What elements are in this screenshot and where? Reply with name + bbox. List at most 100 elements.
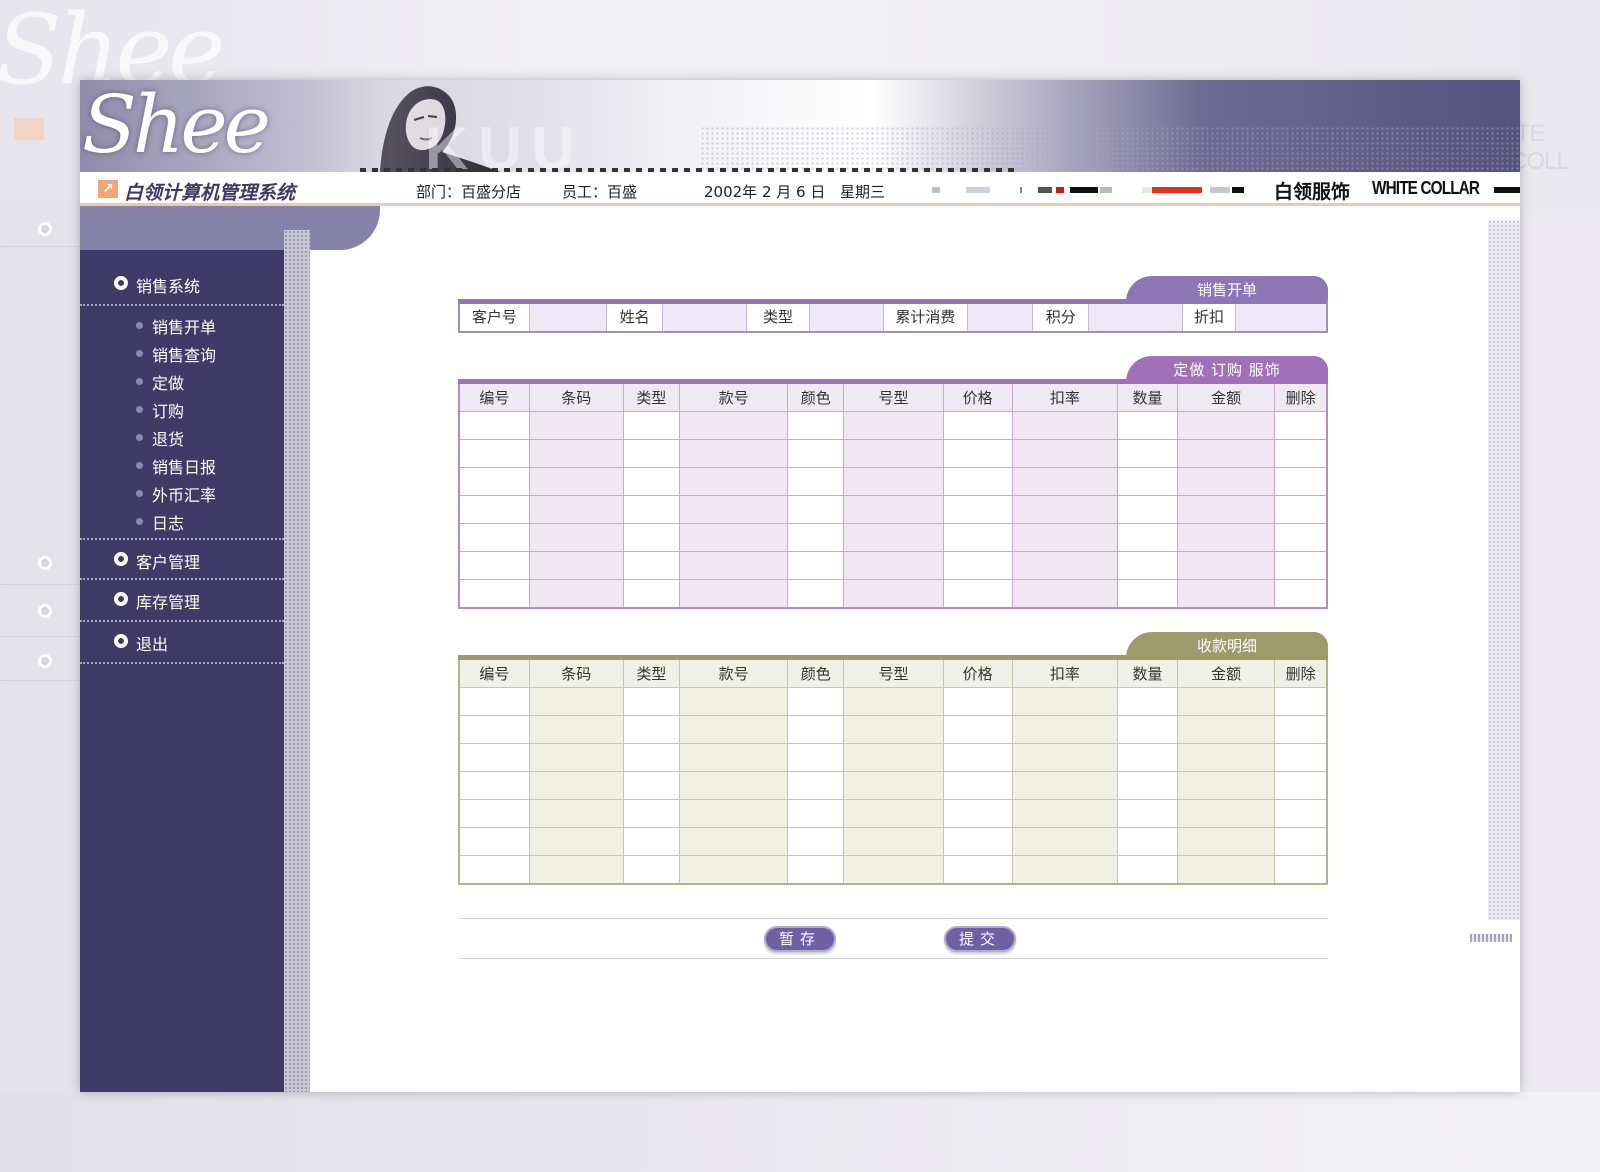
table-cell[interactable] [787,771,845,800]
table-cell[interactable] [787,687,845,716]
table-cell[interactable] [1116,579,1179,609]
table-cell[interactable] [1116,743,1179,772]
table-cell[interactable] [458,411,530,440]
table-cell[interactable] [1274,495,1328,524]
table-cell[interactable] [528,579,624,609]
table-cell[interactable] [843,439,944,468]
table-cell[interactable] [1274,855,1328,885]
table-cell[interactable] [843,579,944,609]
table-cell[interactable] [528,827,624,856]
table-cell[interactable] [1011,687,1118,716]
table-cell[interactable] [787,467,845,496]
table-cell[interactable] [622,799,680,828]
table-cell[interactable] [942,439,1013,468]
table-cell[interactable] [678,411,789,440]
table-cell[interactable] [942,799,1013,828]
table-cell[interactable] [1011,495,1118,524]
table-cell[interactable] [1116,799,1179,828]
table-cell[interactable] [528,551,624,580]
table-cell[interactable] [1011,579,1118,609]
table-cell[interactable] [942,715,1013,744]
table-cell[interactable] [678,799,789,828]
table-cell[interactable] [622,495,680,524]
table-cell[interactable] [1177,579,1276,609]
nav-logout[interactable]: 退出 [80,622,284,664]
table-cell[interactable] [942,827,1013,856]
table-cell[interactable] [622,579,680,609]
table-cell[interactable] [942,743,1013,772]
table-cell[interactable] [528,523,624,552]
table-cell[interactable] [1116,551,1179,580]
table-cell[interactable] [1274,687,1328,716]
table-cell[interactable] [678,523,789,552]
table-cell[interactable] [1177,411,1276,440]
table-cell[interactable] [1011,855,1118,885]
table-cell[interactable] [1011,743,1118,772]
table-cell[interactable] [1011,771,1118,800]
table-cell[interactable] [843,799,944,828]
table-cell[interactable] [678,715,789,744]
table-cell[interactable] [787,579,845,609]
table-cell[interactable] [678,827,789,856]
table-cell[interactable] [787,523,845,552]
table-cell[interactable] [678,771,789,800]
table-cell[interactable] [1011,467,1118,496]
table-cell[interactable] [843,467,944,496]
nav-sales-system[interactable]: 销售系统 [80,266,284,306]
table-cell[interactable] [1274,715,1328,744]
table-cell[interactable] [622,467,680,496]
table-cell[interactable] [1116,855,1179,885]
table-cell[interactable] [1116,411,1179,440]
table-cell[interactable] [678,495,789,524]
table-cell[interactable] [458,827,530,856]
table-cell[interactable] [942,855,1013,885]
table-cell[interactable] [1011,827,1118,856]
table-cell[interactable] [1274,411,1328,440]
table-cell[interactable] [1274,551,1328,580]
table-cell[interactable] [1011,715,1118,744]
table-cell[interactable] [1274,467,1328,496]
table-cell[interactable] [843,523,944,552]
table-cell[interactable] [942,495,1013,524]
table-cell[interactable] [787,495,845,524]
table-cell[interactable] [1274,439,1328,468]
table-cell[interactable] [622,771,680,800]
table-cell[interactable] [843,495,944,524]
customer-name-input[interactable] [663,304,747,331]
table-cell[interactable] [843,411,944,440]
table-cell[interactable] [843,687,944,716]
table-cell[interactable] [1274,523,1328,552]
table-cell[interactable] [458,551,530,580]
table-cell[interactable] [458,523,530,552]
table-cell[interactable] [1274,743,1328,772]
points-input[interactable] [1089,304,1183,331]
table-cell[interactable] [678,579,789,609]
table-cell[interactable] [787,439,845,468]
table-cell[interactable] [1177,523,1276,552]
save-draft-button[interactable]: 暂存 [764,926,836,952]
table-cell[interactable] [1011,523,1118,552]
submit-button[interactable]: 提交 [944,926,1016,952]
table-cell[interactable] [843,551,944,580]
table-cell[interactable] [528,439,624,468]
table-cell[interactable] [622,743,680,772]
table-cell[interactable] [1116,687,1179,716]
table-cell[interactable] [1177,715,1276,744]
total-spending-input[interactable] [967,304,1034,331]
table-cell[interactable] [1274,579,1328,609]
table-cell[interactable] [458,771,530,800]
table-cell[interactable] [622,439,680,468]
table-cell[interactable] [1274,799,1328,828]
table-cell[interactable] [678,439,789,468]
table-cell[interactable] [1116,495,1179,524]
discount-input[interactable] [1236,304,1326,331]
table-cell[interactable] [528,799,624,828]
table-cell[interactable] [843,715,944,744]
table-cell[interactable] [1116,771,1179,800]
table-cell[interactable] [942,687,1013,716]
table-cell[interactable] [678,743,789,772]
table-cell[interactable] [787,855,845,885]
table-cell[interactable] [1177,687,1276,716]
table-cell[interactable] [458,495,530,524]
table-cell[interactable] [528,687,624,716]
